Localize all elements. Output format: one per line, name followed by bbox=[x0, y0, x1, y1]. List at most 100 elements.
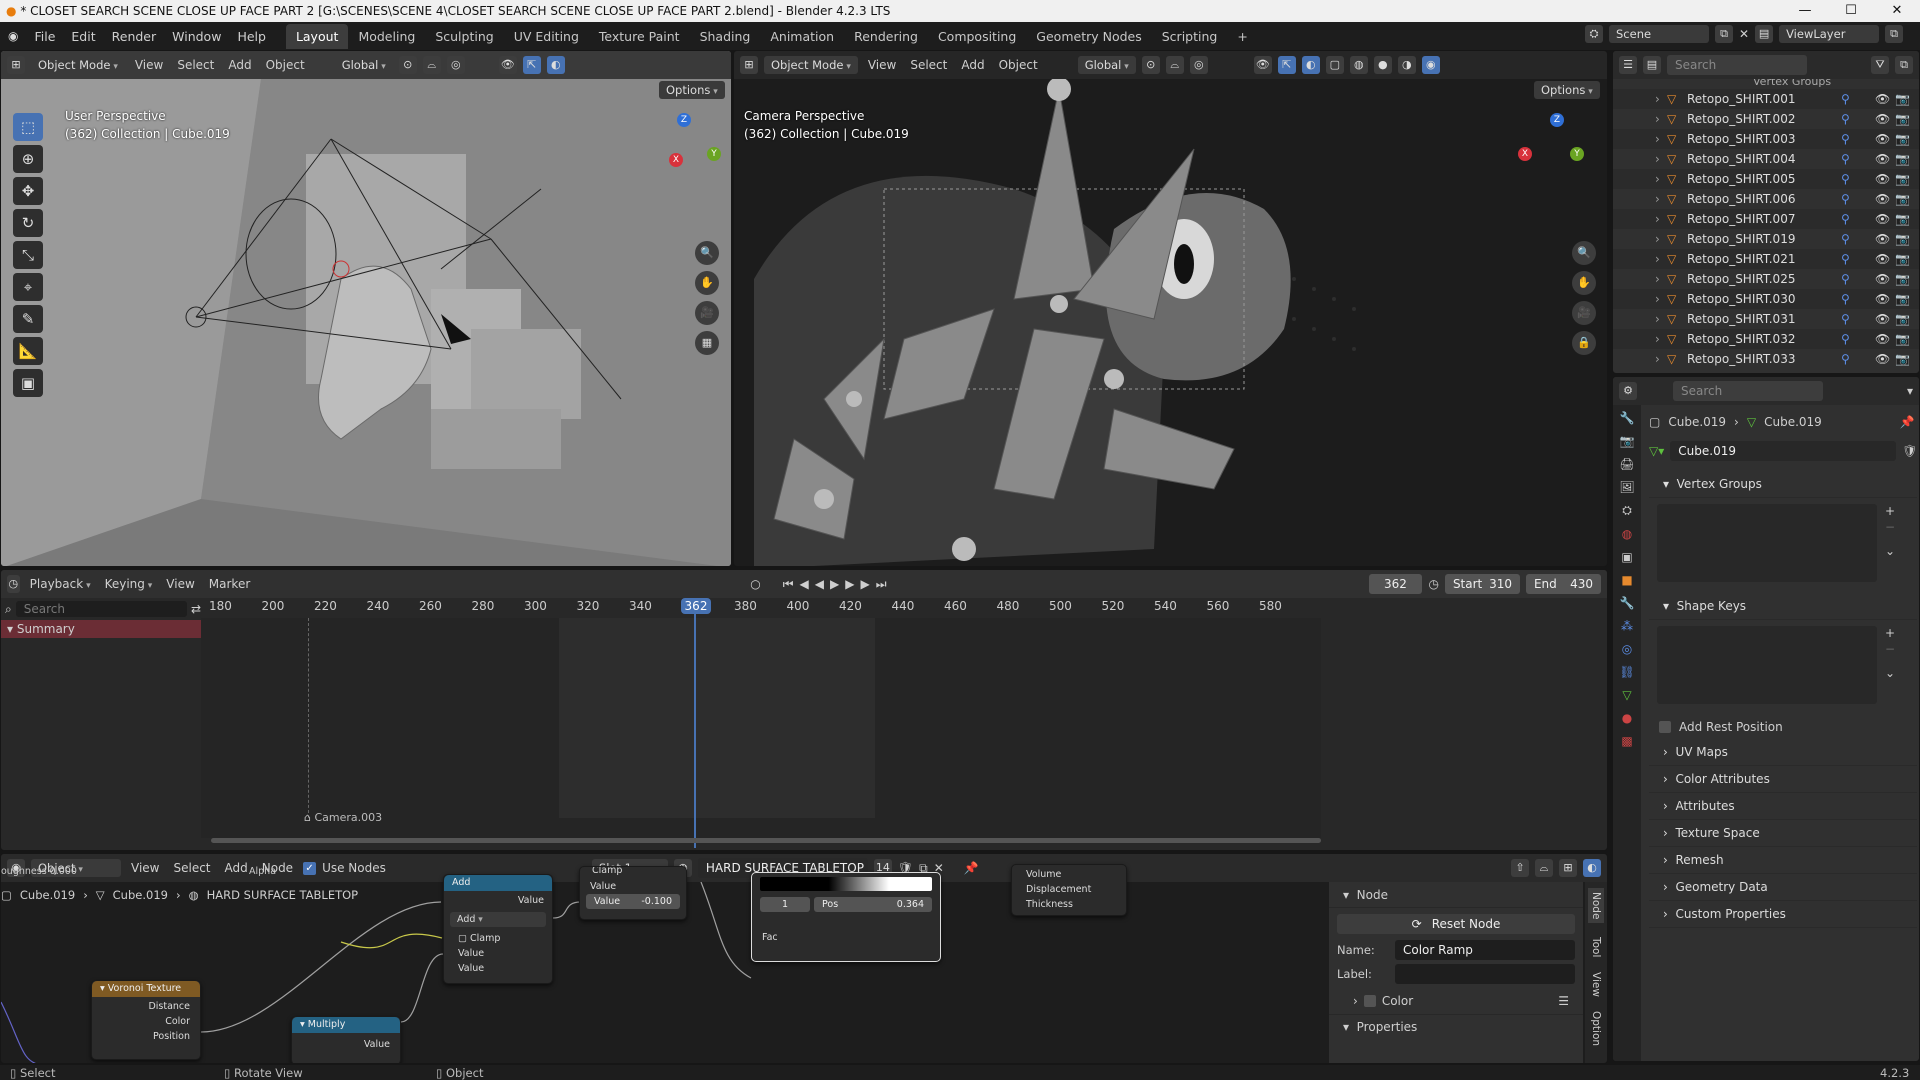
expand-icon[interactable]: › bbox=[1655, 172, 1660, 186]
section-vertex-groups[interactable]: ▾ Vertex Groups bbox=[1649, 471, 1917, 498]
move-icon[interactable]: ✥ bbox=[13, 177, 43, 205]
viewlayer-selector[interactable]: ViewLayer bbox=[1779, 25, 1880, 43]
lock-camera-icon[interactable]: 🔒 bbox=[1572, 331, 1596, 355]
tab-texture-paint[interactable]: Texture Paint bbox=[589, 24, 690, 49]
camera-render-icon[interactable]: 📷 bbox=[1895, 192, 1910, 206]
eye-icon[interactable]: 👁 bbox=[1875, 332, 1890, 346]
parent-node-tree-icon[interactable]: ⇧ bbox=[1511, 859, 1529, 877]
camera-view-icon[interactable]: 🎥 bbox=[1572, 301, 1596, 325]
constraints-tab-icon[interactable]: ⛓ bbox=[1619, 665, 1634, 679]
new-collection-icon[interactable]: ⧉ bbox=[1895, 56, 1913, 74]
eye-icon[interactable]: 👁 bbox=[1875, 132, 1890, 146]
menu-add[interactable]: Add bbox=[224, 58, 255, 72]
expand-icon[interactable]: › bbox=[1655, 212, 1660, 226]
horizontal-scrollbar[interactable] bbox=[211, 838, 1321, 843]
scene-selector[interactable]: Scene bbox=[1609, 25, 1709, 43]
section-custom-properties[interactable]: › Custom Properties bbox=[1649, 901, 1917, 928]
camera-render-icon[interactable]: 📷 bbox=[1895, 352, 1910, 366]
editor-type-icon[interactable]: ◷ bbox=[7, 575, 20, 593]
color-subpanel[interactable]: › Color ☰ bbox=[1329, 988, 1583, 1014]
view-menu[interactable]: View bbox=[162, 577, 198, 591]
start-frame-field[interactable]: Start 310 bbox=[1444, 574, 1520, 594]
expand-icon[interactable]: › bbox=[1655, 112, 1660, 126]
orientation-selector[interactable]: Global bbox=[334, 56, 393, 74]
playback-controls-icon[interactable]: ⏮◀◀▶▶▶⏭ bbox=[783, 577, 893, 592]
menu-render[interactable]: Render bbox=[104, 29, 165, 44]
gizmo-icon[interactable]: ⇱ bbox=[1277, 56, 1296, 74]
tab-rendering[interactable]: Rendering bbox=[844, 24, 928, 49]
tab-layout[interactable]: Layout bbox=[285, 23, 349, 49]
modifier-icon[interactable]: ⚲ bbox=[1841, 252, 1850, 266]
tab-node[interactable]: Node bbox=[1588, 888, 1604, 924]
color-checkbox[interactable] bbox=[1363, 995, 1376, 1007]
record-icon[interactable]: ○ bbox=[750, 577, 760, 591]
zoom-icon[interactable]: 🔍 bbox=[1572, 241, 1596, 265]
eye-icon[interactable]: 👁 bbox=[1875, 212, 1890, 226]
expand-icon[interactable]: › bbox=[1655, 252, 1660, 266]
section-attributes[interactable]: › Attributes bbox=[1649, 793, 1917, 820]
expand-icon[interactable]: › bbox=[1655, 272, 1660, 286]
overlay-icon[interactable]: ◐ bbox=[546, 56, 565, 74]
node-name-field[interactable]: Color Ramp bbox=[1395, 940, 1575, 960]
pan-hand-icon[interactable]: ✋ bbox=[1572, 271, 1596, 295]
modifier-icon[interactable]: ⚲ bbox=[1841, 292, 1850, 306]
list-icon[interactable]: ☰ bbox=[1558, 994, 1569, 1008]
snap-icon[interactable]: ⌓ bbox=[422, 56, 441, 74]
reset-node-button[interactable]: ⟳ Reset Node bbox=[1337, 914, 1575, 934]
editor-type-icon[interactable]: ☰ bbox=[1619, 56, 1637, 74]
tab-animation[interactable]: Animation bbox=[760, 24, 844, 49]
add-icon[interactable]: + bbox=[1885, 504, 1895, 518]
gizmo-y[interactable]: Y bbox=[1570, 147, 1584, 161]
scale-icon[interactable]: ⤡ bbox=[13, 241, 43, 269]
remove-icon[interactable]: − bbox=[1885, 642, 1895, 656]
gizmo-z[interactable]: Z bbox=[677, 113, 691, 127]
expand-icon[interactable]: › bbox=[1655, 292, 1660, 306]
render-tab-icon[interactable]: 📷 bbox=[1620, 434, 1635, 448]
node-panel-header[interactable]: ▾ Node bbox=[1329, 882, 1583, 908]
section-remesh[interactable]: › Remesh bbox=[1649, 847, 1917, 874]
operation-dropdown[interactable]: Add bbox=[450, 912, 546, 927]
close-icon[interactable]: ✕ bbox=[1874, 0, 1920, 22]
section-uv-maps[interactable]: › UV Maps bbox=[1649, 739, 1917, 766]
display-mode-icon[interactable]: ▤ bbox=[1643, 56, 1661, 74]
tab-compositing[interactable]: Compositing bbox=[928, 24, 1026, 49]
camera-render-icon[interactable]: 📷 bbox=[1895, 232, 1910, 246]
cursor-icon[interactable]: ⊕ bbox=[13, 145, 43, 173]
new-viewlayer-icon[interactable]: ⧉ bbox=[1885, 25, 1904, 43]
camera-render-icon[interactable]: 📷 bbox=[1895, 332, 1910, 346]
outliner-row[interactable]: › ▽ Retopo_SHIRT.019 ⚲ 👁 📷 bbox=[1613, 229, 1919, 249]
view-layer-tab-icon[interactable]: 🖼 bbox=[1619, 480, 1634, 494]
outliner-row[interactable]: › ▽ Retopo_SHIRT.002 ⚲ 👁 📷 bbox=[1613, 109, 1919, 129]
viewport-left[interactable]: ⊞ Object Mode View Select Add Object Glo… bbox=[0, 50, 732, 567]
material-output-node[interactable]: Volume Displacement Thickness bbox=[1011, 864, 1127, 916]
overlay-icon[interactable]: ◐ bbox=[1301, 56, 1320, 74]
add-cube-icon[interactable]: ▣ bbox=[13, 369, 43, 397]
properties-subpanel[interactable]: ▾ Properties bbox=[1329, 1014, 1583, 1038]
voronoi-texture-node[interactable]: ▾ Voronoi Texture Distance Color Positio… bbox=[91, 980, 201, 1060]
tab-option[interactable]: Option bbox=[1590, 1011, 1602, 1046]
camera-render-icon[interactable]: 📷 bbox=[1895, 92, 1910, 106]
eye-icon[interactable]: 👁 bbox=[1875, 152, 1890, 166]
camera-render-icon[interactable]: 📷 bbox=[1895, 252, 1910, 266]
camera-render-icon[interactable]: 📷 bbox=[1895, 292, 1910, 306]
delete-scene-icon[interactable]: ✕ bbox=[1739, 27, 1749, 41]
math-add-node[interactable]: Add Value Add ▢ Clamp Value Value bbox=[443, 874, 553, 984]
measure-icon[interactable]: 📐 bbox=[13, 337, 43, 365]
add-workspace-icon[interactable]: + bbox=[1227, 24, 1257, 49]
add-icon[interactable]: + bbox=[1885, 626, 1895, 640]
vertex-groups-list[interactable] bbox=[1657, 504, 1877, 582]
options-button[interactable]: Options bbox=[1534, 81, 1600, 99]
menu-edit[interactable]: Edit bbox=[63, 29, 103, 44]
menu-view[interactable]: View bbox=[127, 861, 163, 875]
pin-icon[interactable]: 📌 bbox=[1900, 415, 1915, 429]
options-icon[interactable]: ▾ bbox=[1907, 384, 1913, 398]
minimize-icon[interactable]: — bbox=[1782, 0, 1828, 22]
outliner-row[interactable]: › ▽ Retopo_SHIRT.001 ⚲ 👁 📷 bbox=[1613, 89, 1919, 109]
section-geometry-data[interactable]: › Geometry Data bbox=[1649, 874, 1917, 901]
chevron-down-icon[interactable]: ⌄ bbox=[1885, 544, 1895, 558]
pan-hand-icon[interactable]: ✋ bbox=[695, 271, 719, 295]
shape-keys-list[interactable] bbox=[1657, 626, 1877, 704]
visibility-icon[interactable]: 👁 bbox=[1253, 56, 1272, 74]
clock-icon[interactable]: ◷ bbox=[1428, 577, 1438, 591]
eye-icon[interactable]: 👁 bbox=[1875, 192, 1890, 206]
